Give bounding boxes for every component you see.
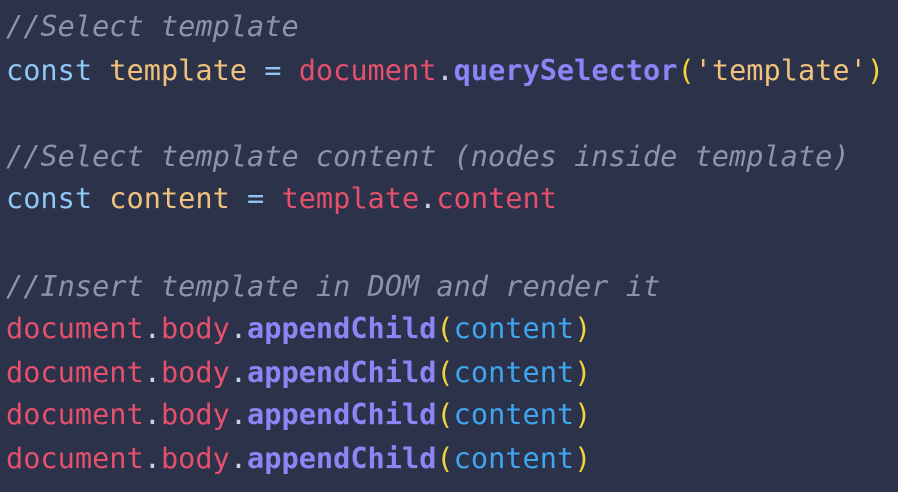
code-token: . [229, 397, 248, 431]
code-token: ( [677, 53, 695, 87]
code-editor[interactable]: //Select template const template = docum… [0, 0, 898, 492]
code-line-8: document.body.appendChild(content) [6, 310, 591, 346]
code-line-1: //Select template [6, 8, 299, 44]
code-token: ) [574, 311, 592, 345]
code-token: document [6, 355, 144, 389]
code-token: ) [574, 355, 592, 389]
code-token: . [143, 441, 161, 475]
code-line-4: //Select template content (nodes inside … [6, 138, 850, 174]
code-token: ) [574, 441, 592, 475]
code-token: 'template' [694, 53, 867, 87]
code-token: const [6, 53, 93, 87]
code-token: ( [436, 355, 454, 389]
code-token: appendChild [247, 355, 437, 389]
code-token: content [453, 311, 575, 345]
code-token: appendChild [247, 441, 437, 475]
code-token: ( [436, 441, 454, 475]
code-token: document [298, 53, 437, 87]
code-token: querySelector [453, 53, 678, 87]
code-token: . [143, 397, 161, 431]
code-token: content [109, 181, 230, 215]
code-token: . [229, 355, 248, 389]
code-token: ( [436, 311, 454, 345]
code-token: appendChild [247, 311, 437, 345]
code-token: document [6, 397, 144, 431]
code-token: const [6, 181, 93, 215]
code-token: body [160, 355, 230, 389]
code-token: . [419, 181, 437, 215]
code-token: . [143, 311, 161, 345]
code-token: content [453, 355, 575, 389]
code-token: ) [866, 53, 885, 87]
code-token: . [436, 53, 454, 87]
code-token: //Insert template in DOM and render it [6, 269, 661, 303]
code-token: . [143, 355, 161, 389]
code-line-2: const template = document.querySelector(… [6, 52, 884, 88]
code-token: ) [574, 397, 592, 431]
code-token: ( [436, 397, 454, 431]
code-token: content [453, 397, 575, 431]
code-token: . [229, 441, 248, 475]
code-token: = [264, 53, 282, 87]
code-token: . [229, 311, 248, 345]
code-line-7: //Insert template in DOM and render it [6, 268, 660, 304]
code-token: = [247, 181, 265, 215]
code-token: body [160, 397, 230, 431]
code-token: template [281, 181, 420, 215]
code-line-11: document.body.appendChild(content) [6, 440, 591, 476]
code-token: content [436, 181, 557, 215]
code-token: template [109, 53, 248, 87]
code-token: //Select template [6, 9, 299, 43]
code-line-5: const content = template.content [6, 180, 557, 216]
code-token: body [160, 441, 230, 475]
code-token: //Select template content (nodes inside … [6, 139, 850, 173]
code-token: body [160, 311, 230, 345]
code-token: appendChild [247, 397, 437, 431]
code-token: document [6, 441, 144, 475]
code-line-9: document.body.appendChild(content) [6, 354, 591, 390]
code-line-10: document.body.appendChild(content) [6, 396, 591, 432]
code-token: document [6, 311, 144, 345]
code-token: content [453, 441, 575, 475]
